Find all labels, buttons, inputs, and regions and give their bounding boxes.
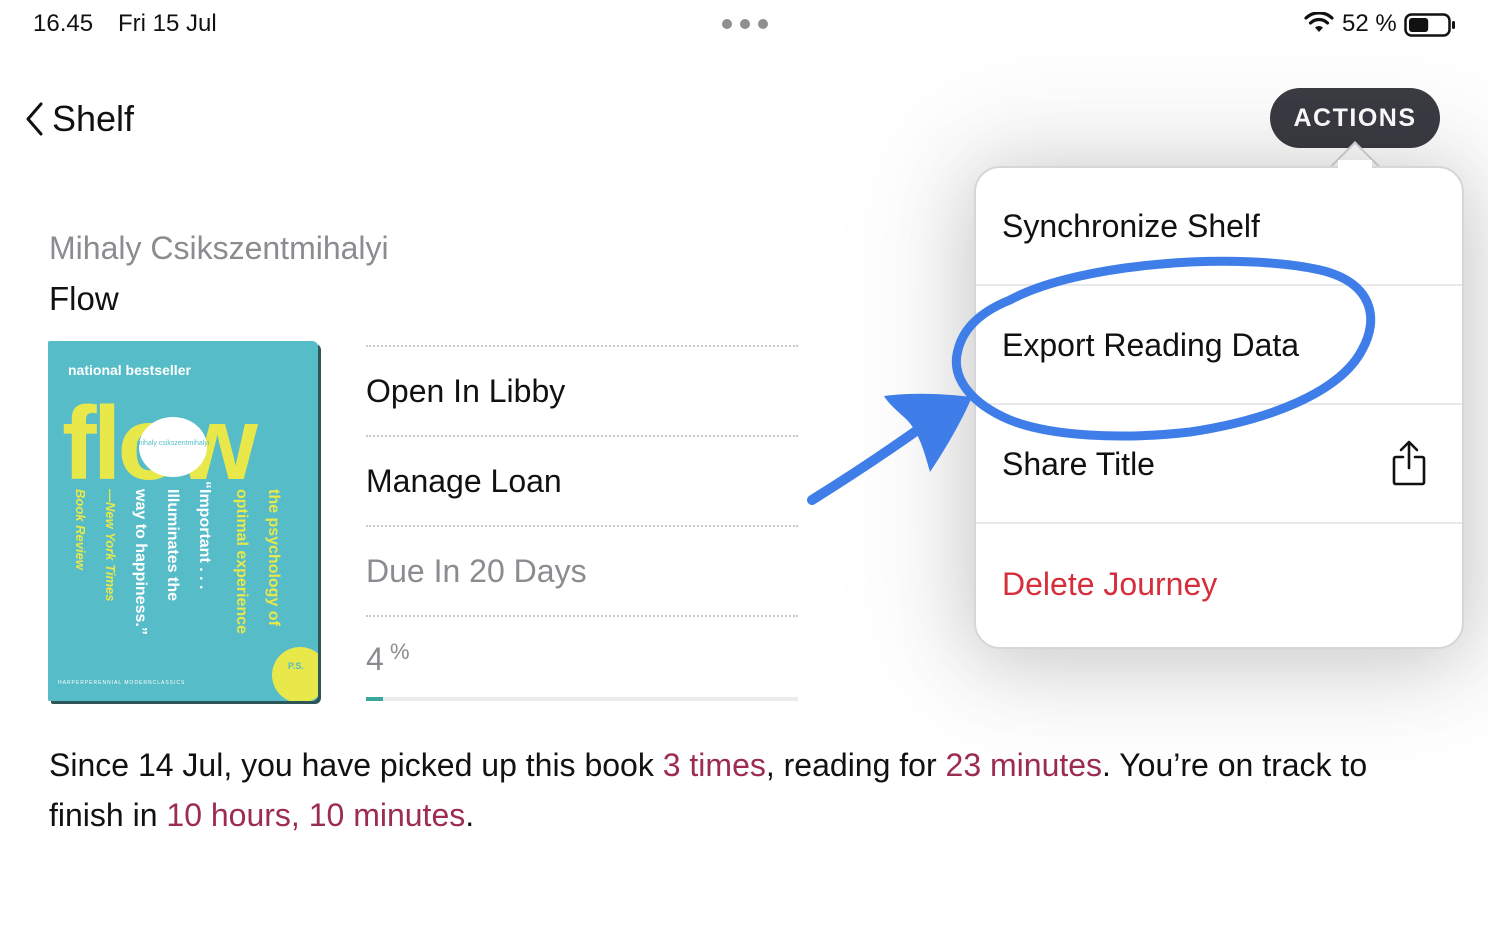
menu-item-synchronize-shelf[interactable]: Synchronize Shelf — [976, 168, 1462, 286]
annotation-arrow-shaft — [807, 400, 957, 505]
cover-ps-badge: P.S. — [288, 661, 304, 671]
due-date-label: Due In 20 Days — [366, 525, 798, 615]
menu-item-label: Synchronize Shelf — [1002, 207, 1260, 244]
menu-item-label: Share Title — [1002, 445, 1155, 482]
menu-item-export-reading-data[interactable]: Export Reading Data — [976, 287, 1462, 405]
progress-percent: 4 — [366, 641, 384, 677]
book-cover[interactable]: national bestseller flow mihaly csikszen… — [48, 341, 318, 701]
status-bar: 16.45 Fri 15 Jul 52 % — [0, 0, 1488, 48]
share-icon — [1392, 440, 1426, 486]
battery-icon — [1404, 13, 1455, 37]
popover-arrow-join — [1338, 160, 1372, 172]
book-author: Mihaly Csikszentmihalyi — [49, 230, 389, 266]
status-time: 16.45 — [33, 10, 94, 37]
status-date: Fri 15 Jul — [118, 10, 217, 37]
multitasking-dots-icon[interactable] — [722, 19, 768, 29]
summary-finish-time: 10 hours, 10 minutes — [166, 797, 466, 833]
actions-button[interactable]: ACTIONS — [1270, 88, 1440, 148]
progress-percent-sign: % — [390, 639, 410, 664]
annotation-arrowhead-icon — [884, 393, 972, 472]
menu-item-delete-journey[interactable]: Delete Journey — [976, 525, 1462, 643]
progress-track — [366, 697, 798, 701]
cover-spine-line: “Important . . . — [196, 481, 213, 589]
book-cover-art: national bestseller flow mihaly csikszen… — [48, 341, 318, 701]
summary-times: 3 times — [662, 747, 766, 783]
actions-menu: Synchronize Shelf Export Reading Data Sh… — [974, 166, 1464, 649]
cover-spine-line: Illuminates the — [164, 489, 181, 601]
wifi-icon — [1304, 12, 1334, 32]
progress-fill — [366, 697, 384, 701]
summary-text: Since 14 Jul, you have picked up this bo… — [49, 747, 663, 783]
summary-minutes: 23 minutes — [945, 747, 1103, 783]
chevron-left-icon — [26, 102, 43, 136]
cover-badge-author: mihaly csikszentmihalyi — [137, 440, 210, 447]
reading-progress: 4 % — [366, 615, 798, 701]
cover-top-text: national bestseller — [68, 362, 191, 378]
menu-item-label: Delete Journey — [1002, 565, 1218, 602]
summary-text: , reading for — [765, 747, 946, 783]
menu-item-share-title[interactable]: Share Title — [976, 406, 1462, 524]
cover-spine-line: the psychology of — [265, 489, 282, 627]
manage-loan-link[interactable]: Manage Loan — [366, 435, 798, 525]
open-in-libby-link[interactable]: Open In Libby — [366, 345, 798, 435]
cover-spine-line: optimal experience — [233, 489, 250, 634]
summary-text: . — [465, 797, 475, 833]
reading-summary: Since 14 Jul, you have picked up this bo… — [49, 740, 1449, 840]
cover-spine-line: way to happiness.” — [132, 488, 149, 635]
back-button[interactable]: Shelf — [24, 98, 134, 140]
book-options: Open In Libby Manage Loan Due In 20 Days… — [366, 345, 798, 701]
back-label: Shelf — [52, 98, 135, 139]
cover-spine-line: Book Review — [73, 489, 88, 571]
book-title: Flow — [49, 280, 119, 317]
battery-percent: 52 % — [1342, 10, 1397, 37]
cover-spine-line: —New York Times — [103, 488, 118, 601]
cover-publisher: HARPERPERENNIAL MODERNCLASSICS — [58, 680, 185, 686]
menu-item-label: Export Reading Data — [1002, 326, 1300, 363]
